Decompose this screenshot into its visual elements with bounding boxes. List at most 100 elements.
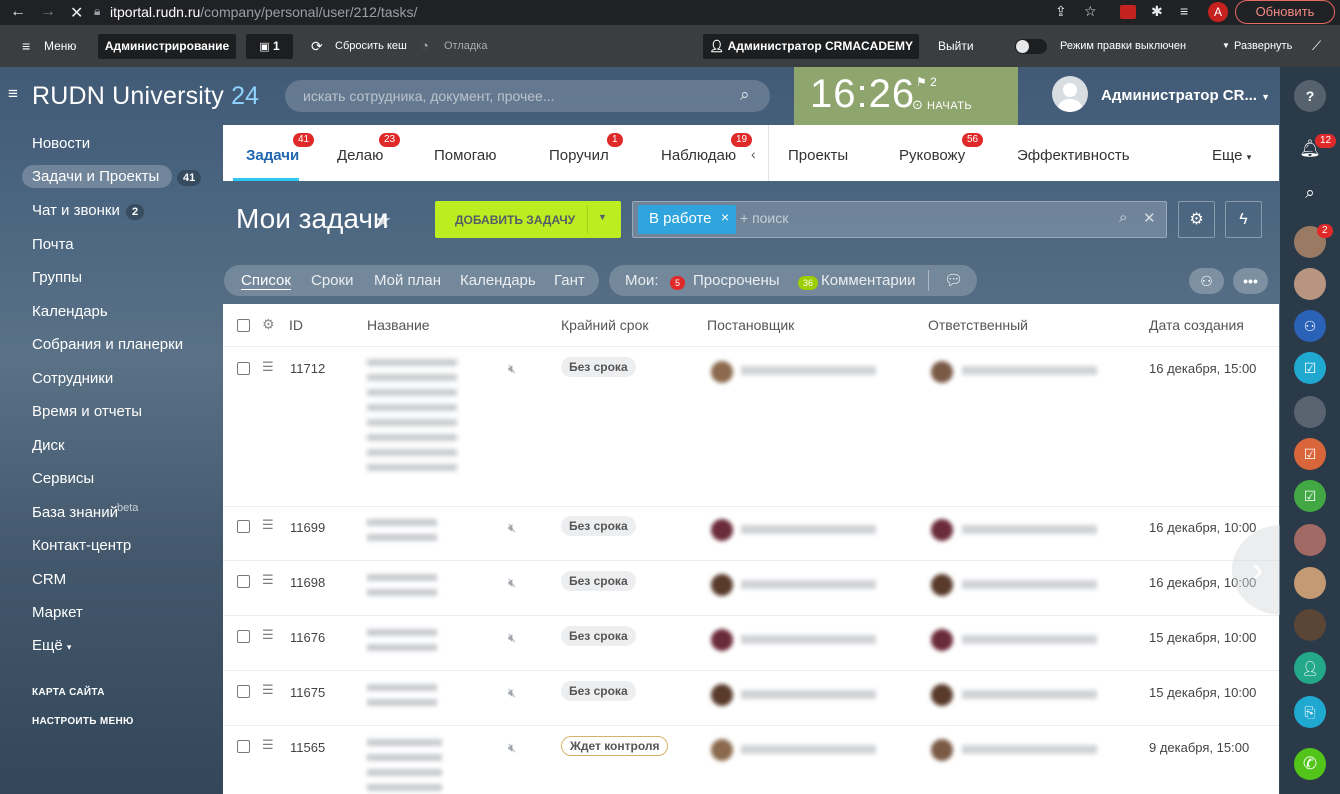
mute-icon[interactable]: 🔇︎	[508, 685, 516, 701]
deadline-badge[interactable]: Без срока	[561, 681, 636, 701]
mute-icon[interactable]: 🔇︎	[508, 575, 516, 591]
tab-assigned[interactable]: Поручил	[549, 147, 609, 164]
row-checkbox[interactable]	[237, 685, 250, 698]
responsible-avatar[interactable]	[931, 361, 953, 383]
user-icon[interactable]: 👤︎	[1294, 652, 1326, 684]
pin-icon[interactable]: ⟋	[1312, 25, 1321, 67]
row-checkbox[interactable]	[237, 520, 250, 533]
responsible-avatar[interactable]	[931, 574, 953, 596]
menu-item-tasks[interactable]: Задачи и Проекты	[32, 168, 159, 185]
drag-handle-icon[interactable]: ☰	[262, 682, 274, 698]
creator-name-blurred[interactable]	[741, 745, 876, 754]
help-icon[interactable]: ?	[1294, 80, 1326, 112]
creator-avatar[interactable]	[711, 574, 733, 596]
extension-icon[interactable]	[1120, 5, 1136, 19]
forward-icon[interactable]: →	[40, 3, 56, 21]
column-creator[interactable]: Постановщик	[707, 317, 794, 333]
share-icon[interactable]: ⇪	[1055, 3, 1067, 20]
column-deadline[interactable]: Крайний срок	[561, 317, 649, 333]
task-chat-icon[interactable]: ☑	[1294, 352, 1326, 384]
robots-button[interactable]: ϟ	[1225, 201, 1262, 238]
select-all-checkbox[interactable]	[237, 319, 250, 332]
creator-avatar[interactable]	[711, 684, 733, 706]
overdue-filter[interactable]: Просрочены	[693, 272, 780, 289]
menu-item-knowledge[interactable]: База знаний	[32, 504, 118, 521]
chevron-left-icon[interactable]: ‹	[751, 146, 756, 162]
row-checkbox[interactable]	[237, 575, 250, 588]
mute-icon[interactable]: 🔇︎	[508, 361, 516, 377]
document-chat-icon[interactable]: ⎘	[1294, 696, 1326, 728]
group-chat-icon[interactable]: ⚇	[1294, 310, 1326, 342]
responsible-name-blurred[interactable]	[962, 525, 1097, 534]
responsible-name-blurred[interactable]	[962, 580, 1097, 589]
search-icon[interactable]: ⌕	[1119, 209, 1127, 226]
responsible-avatar[interactable]	[931, 629, 953, 651]
search-input[interactable]: искать сотрудника, документ, прочее...	[285, 80, 770, 112]
menu-item-contact-center[interactable]: Контакт-центр	[32, 537, 131, 554]
puzzle-icon[interactable]: ✱	[1151, 3, 1163, 20]
task-title-blurred[interactable]	[367, 574, 437, 601]
responsible-avatar[interactable]	[931, 519, 953, 541]
creator-name-blurred[interactable]	[741, 635, 876, 644]
portal-logo[interactable]: RUDN University 24	[32, 82, 259, 111]
row-checkbox[interactable]	[237, 362, 250, 375]
user-avatar[interactable]	[1052, 76, 1088, 112]
hamburger-icon[interactable]: ≡	[8, 85, 23, 102]
search-icon[interactable]: ⌕	[740, 85, 750, 105]
contact-avatar[interactable]	[1294, 396, 1326, 428]
view-my-plan[interactable]: Мой план	[374, 272, 441, 289]
phone-icon[interactable]: ✆	[1294, 748, 1326, 780]
settings-button[interactable]: ⚙	[1178, 201, 1215, 238]
row-checkbox[interactable]	[237, 630, 250, 643]
task-chat-icon[interactable]: ☑	[1294, 438, 1326, 470]
creator-avatar[interactable]	[711, 739, 733, 761]
column-id[interactable]: ID	[289, 317, 303, 333]
bookmark-star-icon[interactable]: ☆	[1084, 3, 1097, 20]
start-day-button[interactable]: ⊙ НАЧАТЬ	[912, 97, 972, 113]
creator-name-blurred[interactable]	[741, 580, 876, 589]
deadline-badge[interactable]: Без срока	[561, 626, 636, 646]
sitemap-link[interactable]: КАРТА САЙТА	[32, 687, 105, 698]
tab-efficiency[interactable]: Эффективность	[1017, 147, 1130, 164]
drag-handle-icon[interactable]: ☰	[262, 359, 274, 375]
menu-item-market[interactable]: Маркет	[32, 604, 83, 621]
menu-button[interactable]: Меню	[44, 25, 76, 67]
column-created[interactable]: Дата создания	[1149, 317, 1244, 333]
drag-handle-icon[interactable]: ☰	[262, 627, 274, 643]
responsible-name-blurred[interactable]	[962, 366, 1097, 375]
view-list[interactable]: Список	[241, 272, 291, 290]
add-task-dropdown-icon[interactable]: ▼	[598, 212, 607, 222]
menu-item-employees[interactable]: Сотрудники	[32, 370, 113, 387]
responsible-avatar[interactable]	[931, 684, 953, 706]
deadline-badge[interactable]: Без срока	[561, 357, 636, 377]
contact-avatar[interactable]	[1294, 524, 1326, 556]
admin-user-button[interactable]: 👤︎ Администратор CRMACADEMY	[703, 34, 919, 59]
creator-avatar[interactable]	[711, 361, 733, 383]
menu-item-crm[interactable]: CRM	[32, 571, 66, 588]
refresh-icon[interactable]: ⟳	[311, 25, 323, 67]
menu-item-services[interactable]: Сервисы	[32, 470, 94, 487]
view-gantt[interactable]: Гант	[554, 272, 585, 289]
mute-icon[interactable]: 🔇︎	[508, 630, 516, 646]
gear-icon[interactable]: ⚙	[262, 316, 275, 333]
lock-icon[interactable]: 🔒︎	[94, 4, 100, 19]
tab-managing[interactable]: Руковожу	[899, 147, 965, 164]
menu-item-chat[interactable]: Чат и звонки	[32, 202, 120, 219]
task-title-blurred[interactable]	[367, 684, 437, 711]
clear-cache-button[interactable]: Сбросить кеш	[335, 25, 407, 67]
row-checkbox[interactable]	[237, 740, 250, 753]
search-icon[interactable]: ⌕	[1294, 177, 1326, 209]
deadline-badge[interactable]: Без срока	[561, 516, 636, 536]
mute-icon[interactable]: 🔇︎	[508, 520, 516, 536]
view-deadlines[interactable]: Сроки	[311, 272, 353, 289]
task-title-blurred[interactable]	[367, 629, 437, 656]
user-name[interactable]: Администратор CR... ▼	[1101, 87, 1270, 104]
close-icon[interactable]: ×	[721, 209, 729, 225]
menu-item-disk[interactable]: Диск	[32, 437, 65, 454]
menu-item-meetings[interactable]: Собрания и планерки	[32, 336, 183, 353]
responsible-avatar[interactable]	[931, 739, 953, 761]
robot-button[interactable]: ⚇	[1189, 268, 1224, 294]
debug-button[interactable]: Отладка	[444, 25, 487, 67]
creator-name-blurred[interactable]	[741, 366, 876, 375]
menu-item-time[interactable]: Время и отчеты	[32, 403, 142, 420]
